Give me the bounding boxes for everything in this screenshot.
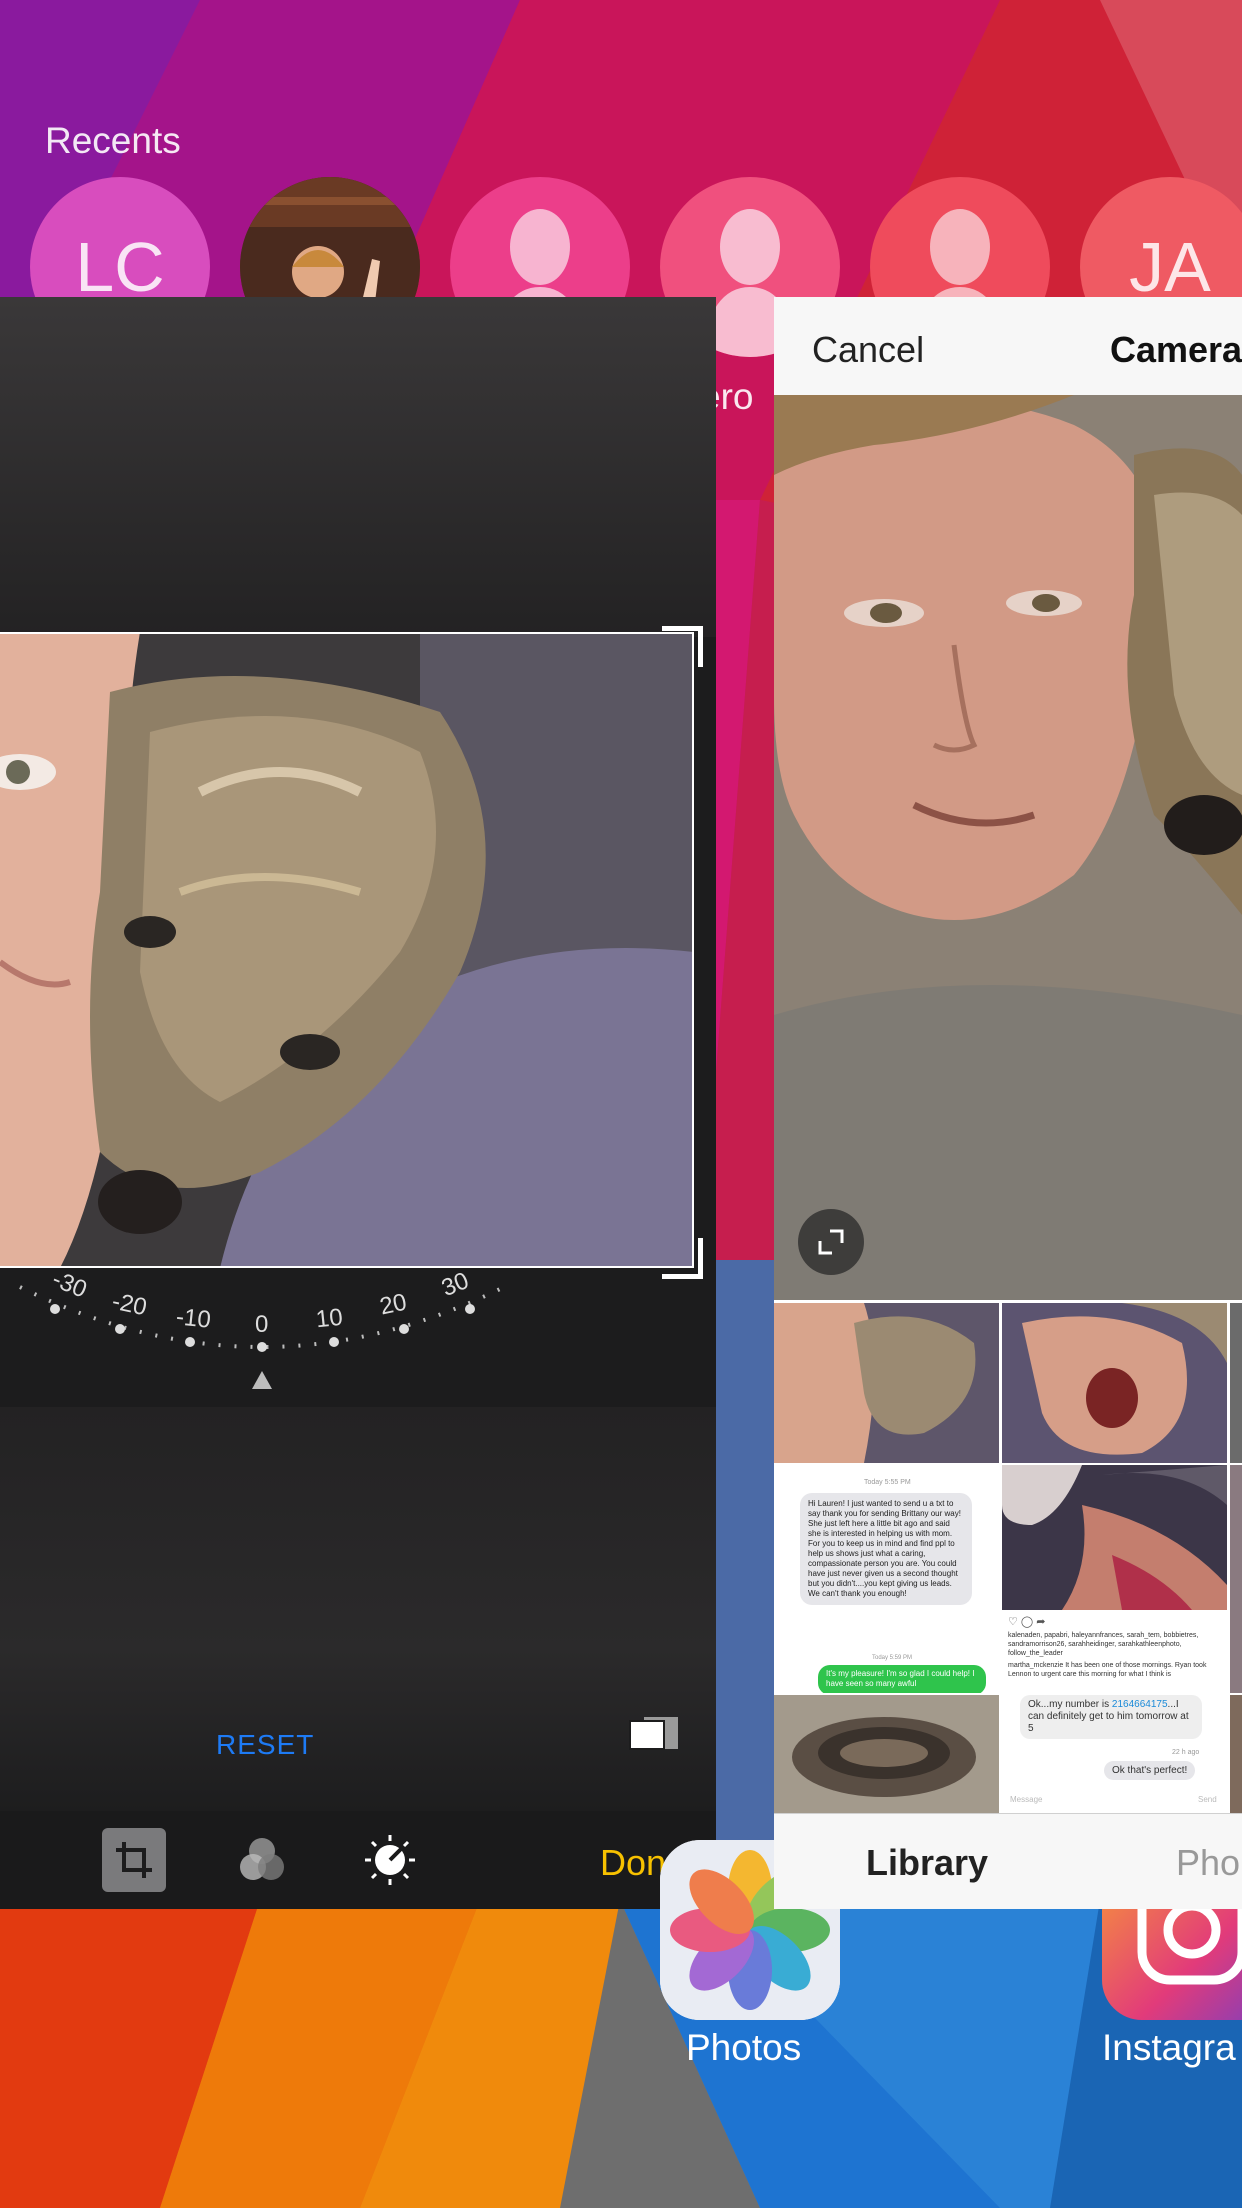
message-bubble-received: Hi Lauren! I just wanted to send u a txt…	[800, 1493, 972, 1605]
filters-icon[interactable]	[230, 1828, 294, 1892]
expand-icon[interactable]	[798, 1209, 864, 1275]
picker-tab-bar: Library Pho	[774, 1813, 1242, 1909]
photo-editor-card[interactable]: -30 -20 -10 0 10 20 30 RESET Done	[0, 297, 716, 1909]
message-bubble-sent: It's my pleasure! I'm so glad I could he…	[818, 1665, 986, 1693]
instagram-caption: martha_mckenzie It has been one of those…	[1008, 1662, 1207, 1678]
instagram-screenshot-thumbnail[interactable]: ♡ ◯ ➦ kalenaden, papabri, haleyannfrance…	[1002, 1465, 1227, 1693]
straighten-dial[interactable]	[0, 1267, 716, 1407]
chat-input-placeholder: Message	[1010, 1795, 1043, 1804]
message-timestamp: Today 5:59 PM	[872, 1655, 913, 1661]
aspect-ratio-icon[interactable]	[628, 1715, 680, 1756]
photo-thumbnail[interactable]	[1002, 1303, 1227, 1463]
picker-title: Camera	[1110, 329, 1242, 370]
dial-arc	[19, 1285, 505, 1389]
chat-send: Send	[1198, 1795, 1217, 1804]
photo-thumbnail[interactable]	[774, 1695, 999, 1813]
chat-screenshot-thumbnail[interactable]: Ok...my number is 2164664175...I can def…	[1002, 1695, 1227, 1813]
cancel-button[interactable]: Cancel	[812, 329, 924, 371]
photo-woman-selfie	[774, 395, 1242, 1300]
message-timestamp: Today 5:55 PM	[864, 1479, 911, 1486]
photo-thumbnail[interactable]	[1230, 1695, 1242, 1813]
chat-bubble: Ok that's perfect!	[1104, 1761, 1196, 1780]
crop-icon[interactable]	[102, 1828, 166, 1892]
reset-button[interactable]: RESET	[216, 1729, 314, 1761]
crop-frame[interactable]	[0, 632, 694, 1268]
editor-top-area	[0, 297, 716, 637]
dial-tick-label: 0	[255, 1311, 269, 1338]
selected-photo-preview[interactable]	[774, 395, 1242, 1300]
tab-library[interactable]: Library	[866, 1842, 988, 1884]
picker-nav-bar: Cancel Camera	[774, 297, 1242, 396]
image-picker-card[interactable]: Cancel Camera Today 5:55 PM Hi Lauren! I…	[774, 297, 1242, 1909]
dial-tick-label: 10	[314, 1303, 344, 1334]
instagram-action-icons: ♡ ◯ ➦	[1008, 1616, 1046, 1628]
chat-bubble: Ok...my number is 2164664175...I can def…	[1020, 1695, 1202, 1739]
chat-phone-number[interactable]: 2164664175	[1112, 1699, 1168, 1710]
messages-screenshot-thumbnail[interactable]: Today 5:55 PM Hi Lauren! I just wanted t…	[774, 1465, 999, 1693]
crop-handle-top-right[interactable]	[662, 626, 703, 667]
instagram-likes: kalenaden, papabri, haleyannfrances, sar…	[1008, 1632, 1199, 1657]
editor-lower-area	[0, 1407, 716, 1811]
instagram-app-label: Instagra	[1102, 2027, 1236, 2068]
photo-thumbnail[interactable]	[1230, 1303, 1242, 1463]
photos-app-label: Photos	[686, 2027, 802, 2068]
recents-label: Recents	[45, 120, 181, 161]
dial-tick-label: 20	[377, 1288, 410, 1321]
photo-thumbnail[interactable]	[1230, 1465, 1242, 1693]
chat-text: Ok...my number is	[1028, 1699, 1110, 1710]
photo-thumbnail[interactable]	[774, 1303, 999, 1463]
chat-time: 22 h ago	[1172, 1749, 1200, 1756]
adjust-icon[interactable]	[358, 1828, 422, 1892]
tab-photo[interactable]: Pho	[1176, 1842, 1240, 1884]
dial-tick-label: -10	[174, 1303, 213, 1334]
